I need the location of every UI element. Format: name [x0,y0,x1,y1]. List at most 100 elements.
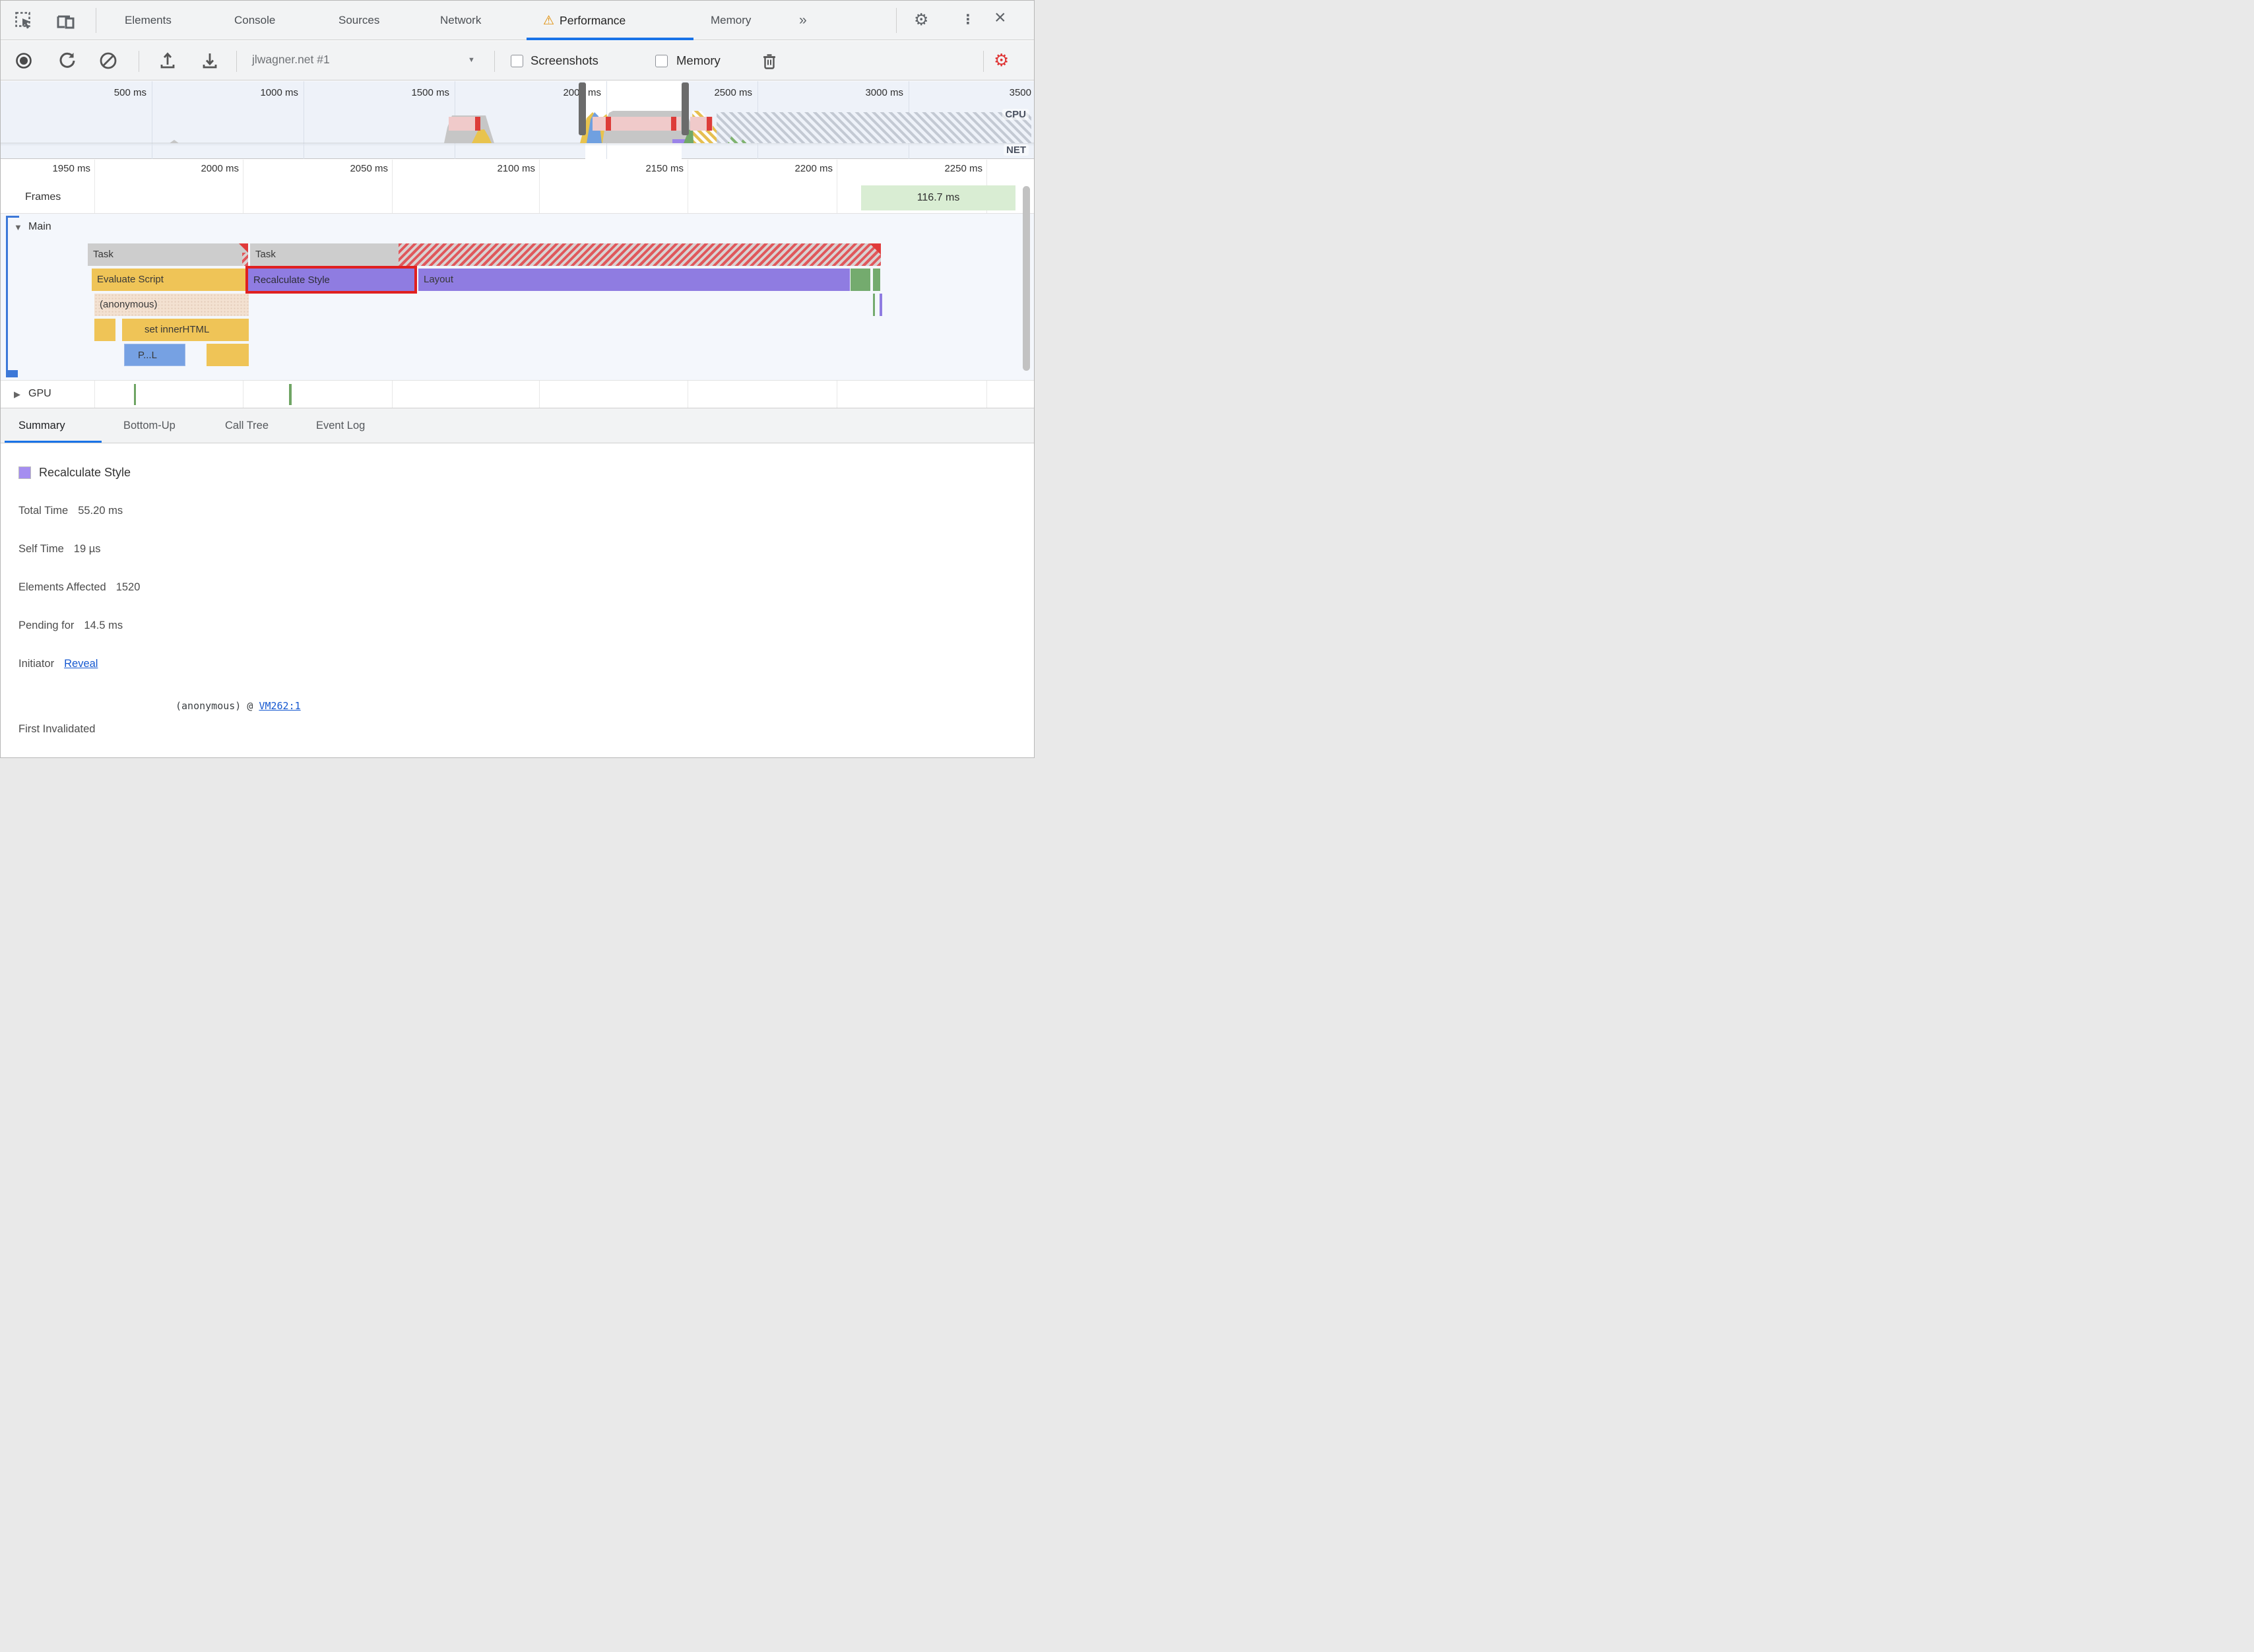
flame-bar-script[interactable] [94,319,115,341]
trash-icon[interactable] [761,52,778,74]
event-color-swatch [18,466,31,479]
expander-triangle-icon[interactable]: ▼ [14,222,22,232]
tab-event-log[interactable]: Event Log [316,408,365,443]
tab-performance[interactable]: ⚠ Performance [543,1,626,40]
tab-label: Sources [338,14,380,26]
frame-duration-badge[interactable]: 116.7 ms [861,185,1015,210]
stat-label: Total Time [18,504,69,517]
long-task-hatch[interactable] [399,243,881,266]
bar-label: set innerHTML [145,324,210,335]
active-tab-underline [5,440,102,443]
ruler-tick: 2000 ms [201,163,239,174]
save-profile-icon[interactable] [201,51,219,73]
cpu-strip-label: CPU [1002,109,1029,120]
chevron-down-icon[interactable]: ▼ [468,56,475,64]
flame-bar-recalculate-style-selected[interactable]: Recalculate Style [245,266,417,294]
flame-chart[interactable]: 1950 ms 2000 ms 2050 ms 2100 ms 2150 ms … [1,160,1034,408]
flame-bar-paint[interactable] [873,269,880,291]
tab-call-tree[interactable]: Call Tree [225,408,269,443]
bar-label: (anonymous) [100,299,158,310]
kebab-menu-icon[interactable]: ⋮ [961,11,975,28]
memory-checkbox-label[interactable]: Memory [676,53,721,68]
stat-value: 14.5 ms [84,619,123,631]
gpu-activity-tick [134,384,136,405]
ruler-tick: 2200 ms [794,163,833,174]
flame-bar-sliver[interactable] [873,294,875,316]
device-toolbar-icon[interactable] [56,12,76,33]
flame-bar-paint[interactable] [851,269,870,291]
tab-elements[interactable]: Elements [125,1,172,40]
stat-row: Total Time 55.20 ms [18,502,1034,519]
ruler-tick: 1950 ms [52,163,90,174]
clear-recording-icon[interactable] [99,51,117,73]
frames-track-label: Frames [25,191,61,203]
stat-label: Initiator [18,657,55,670]
tab-label: Elements [125,14,172,26]
bar-label: P...L [138,350,157,361]
tab-label: Memory [711,14,752,26]
long-task-corner-icon [870,243,881,255]
toolbar-divider [983,51,984,72]
devtools-tabbar: Elements Console Sources Network ⚠ Perfo… [1,1,1034,40]
flame-bar-anonymous[interactable]: (anonymous) [94,294,249,316]
stack-trace-line: (anonymous) @ VM262:1 [176,700,301,712]
stat-row: Self Time 19 µs [18,540,1034,557]
flame-bar-task[interactable]: Task [88,243,248,266]
initiator-reveal-link[interactable]: Reveal [64,658,98,670]
flame-bar-layout[interactable]: Layout [418,269,850,291]
flame-bar-script[interactable] [207,344,249,366]
net-strip-label: NET [1004,144,1029,156]
ruler-tick: 2150 ms [645,163,684,174]
bar-label: Evaluate Script [97,274,164,285]
main-track-label[interactable]: Main [28,221,51,233]
details-tabbar: Summary Bottom-Up Call Tree Event Log [1,408,1034,443]
load-profile-icon[interactable] [158,51,177,73]
timeline-overview[interactable]: 500 ms 1000 ms 1500 ms 2000 ms 2500 ms 3… [1,81,1034,159]
toolbar-divider [236,51,237,72]
capture-settings-gear-icon[interactable]: ⚙ [994,50,1009,71]
tab-label: Network [440,14,482,26]
reload-and-record-button[interactable] [58,51,77,73]
tab-console[interactable]: Console [234,1,275,40]
vertical-scrollbar[interactable] [1023,186,1030,371]
close-icon[interactable]: × [994,7,1006,29]
flame-bar-sliver[interactable] [880,294,882,316]
screenshots-checkbox[interactable] [511,55,523,67]
stat-label: Pending for [18,619,75,631]
flame-bar-task[interactable]: Task [250,243,399,266]
flame-bar-set-innerhtml[interactable]: set innerHTML [122,319,249,341]
flame-bar-evaluate-script[interactable]: Evaluate Script [92,269,245,291]
tab-label: Performance [560,13,626,27]
tab-network[interactable]: Network [440,1,481,40]
tab-bottom-up[interactable]: Bottom-Up [123,408,176,443]
selection-bracket-bottom [6,370,18,377]
performance-toolbar: jlwagner.net #1 ▼ Screenshots Memory ⚙ [1,41,1034,80]
stat-row: Pending for 14.5 ms [18,617,1034,634]
cpu-activity-chart [1,82,1034,144]
bar-label: Recalculate Style [253,274,330,286]
memory-checkbox[interactable] [655,55,668,67]
expander-triangle-icon[interactable]: ▶ [14,389,20,400]
tab-label: Summary [18,419,65,431]
settings-gear-icon[interactable]: ⚙ [914,10,928,30]
flame-bar-parse-html[interactable]: P...L [124,344,185,366]
tab-sources[interactable]: Sources [338,1,379,40]
inspect-element-icon[interactable] [15,12,33,33]
toolbar-divider [896,8,897,33]
bar-label: Task [93,249,113,260]
long-task-overrun [242,253,248,266]
warning-icon: ⚠ [543,13,555,28]
tab-memory[interactable]: Memory [711,1,751,40]
screenshots-checkbox-label[interactable]: Screenshots [531,53,598,68]
long-task-corner-icon [239,243,248,253]
tab-label: Console [234,14,276,26]
stat-value: 55.20 ms [78,504,123,517]
gpu-track-label[interactable]: GPU [28,388,51,400]
net-divider [1,144,1034,145]
profile-select[interactable]: jlwagner.net #1 [252,53,330,67]
tab-summary[interactable]: Summary [18,408,65,443]
source-location-link[interactable]: VM262:1 [259,700,300,712]
stat-label: Elements Affected [18,581,106,593]
record-button[interactable] [15,52,32,73]
more-tabs-button[interactable]: » [799,1,807,40]
